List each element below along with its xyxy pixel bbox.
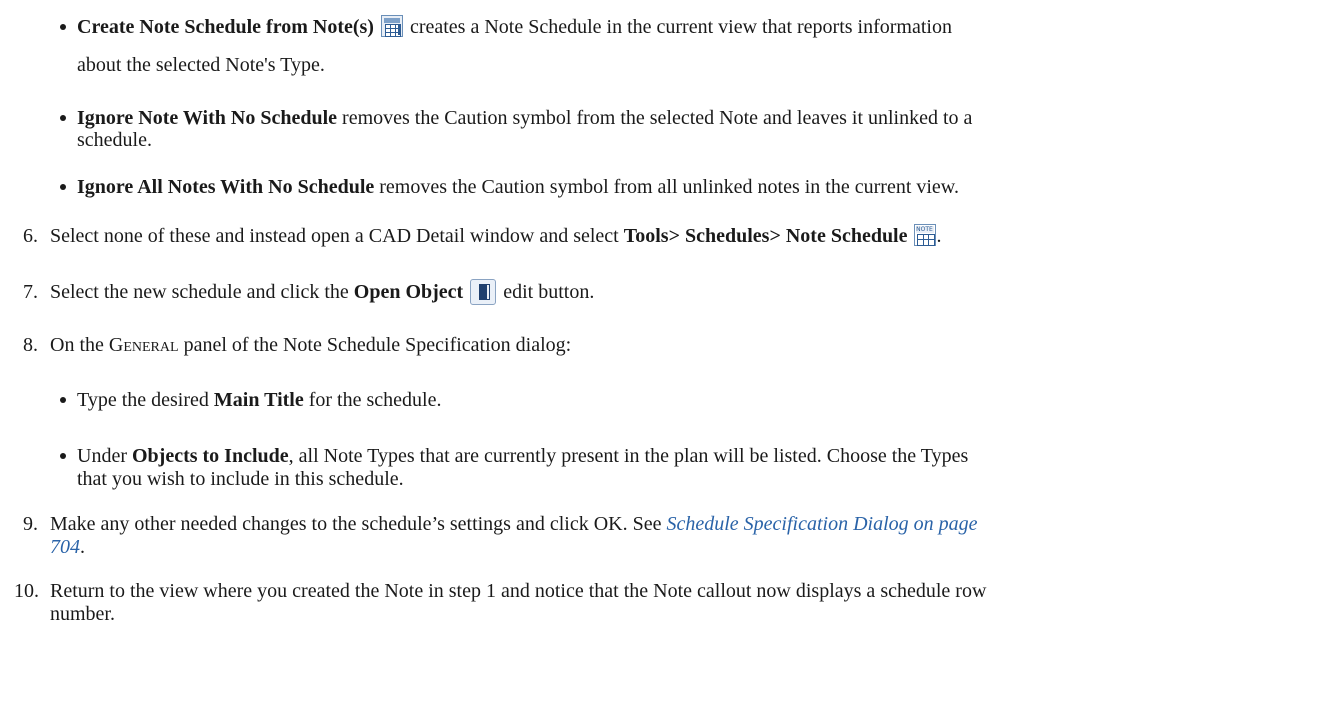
step-text: edit button.: [498, 281, 595, 303]
bullet-item-ignore-all-notes: Ignore All Notes With No Schedule remove…: [77, 173, 959, 201]
bullet-text-continued: that you wish to include in this schedul…: [77, 468, 404, 490]
bullet-marker: [60, 24, 66, 30]
bullet-text-continued: schedule.: [77, 129, 152, 151]
bullet-text: removes the Caution symbol from the sele…: [337, 107, 973, 129]
bullet-item-create-note-schedule: Create Note Schedule from Note(s) create…: [77, 13, 952, 41]
step-6: Select none of these and instead open a …: [50, 224, 942, 247]
step-9: Make any other needed changes to the sch…: [50, 510, 978, 538]
open-object-icon: [470, 279, 497, 306]
main-title-label: Main Title: [213, 389, 304, 411]
bullet-marker: [60, 397, 66, 403]
bullet-text: creates a Note Schedule in the current v…: [404, 16, 952, 38]
step-number: 10.: [14, 580, 39, 602]
page-link-number[interactable]: 704: [50, 536, 80, 558]
note-schedule-icon: NOTE: [913, 224, 936, 247]
ignore-all-notes-label: Ignore All Notes With No Schedule: [77, 176, 375, 198]
open-object-label: Open Object: [353, 281, 464, 303]
bullet-marker: [60, 115, 66, 121]
step-number: 9.: [23, 513, 38, 535]
step-10: Return to the view where you created the…: [50, 580, 987, 602]
step-8: On the General panel of the Note Schedul…: [50, 331, 571, 359]
step-text: panel of the Note Schedule Specification…: [178, 334, 572, 356]
step-number: 6.: [23, 225, 38, 247]
step-10-continued: number.: [50, 603, 115, 625]
sub-bullet-main-title: Type the desired Main Title for the sche…: [77, 389, 442, 411]
bullet-marker: [60, 453, 66, 459]
step-text: Select the new schedule and click the: [50, 281, 354, 303]
document-page: Create Note Schedule from Note(s) create…: [0, 0, 1334, 715]
bullet-text-continued: about the selected Note's Type.: [77, 54, 325, 76]
page-link[interactable]: Schedule Specification Dialog on page: [666, 513, 977, 535]
bullet-text: removes the Caution symbol from all unli…: [374, 176, 959, 198]
step-7: Select the new schedule and click the Op…: [50, 278, 594, 306]
step-9-continued: 704.: [50, 536, 85, 558]
step-text: On the: [50, 334, 109, 356]
step-number: 8.: [23, 334, 38, 356]
bullet-marker: [60, 184, 66, 190]
bullet-item-ignore-note: Ignore Note With No Schedule removes the…: [77, 104, 972, 132]
step-number: 7.: [23, 281, 38, 303]
step-text: Make any other needed changes to the sch…: [50, 513, 667, 535]
panel-name: General: [108, 334, 179, 356]
step-text: Select none of these and instead open a …: [50, 225, 624, 247]
create-note-schedule-label: Create Note Schedule from Note(s): [77, 16, 374, 38]
menu-path: Tools> Schedules> Note Schedule: [623, 225, 908, 247]
schedule-from-notes-icon: [380, 15, 403, 38]
objects-to-include-label: Objects to Include: [131, 445, 289, 467]
